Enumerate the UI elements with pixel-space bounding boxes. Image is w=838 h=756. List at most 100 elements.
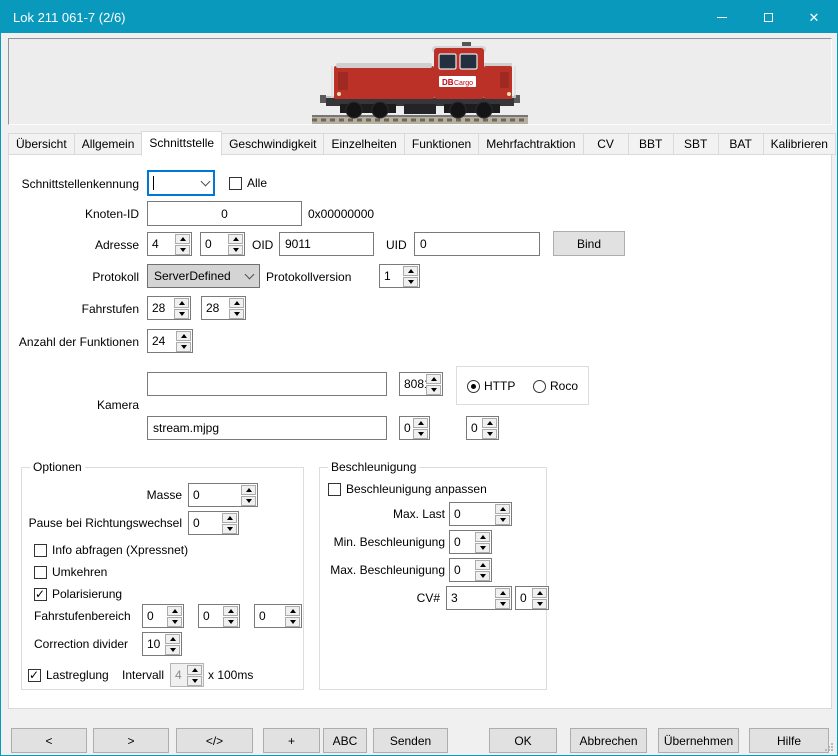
protokoll-dropdown[interactable]: ServerDefined bbox=[147, 264, 260, 288]
kamera-x-spinner[interactable]: 0 bbox=[399, 416, 430, 440]
tab-geschwindigkeit[interactable]: Geschwindigkeit bbox=[221, 133, 324, 155]
spin-up-button[interactable] bbox=[403, 266, 418, 276]
spin-down-button[interactable] bbox=[403, 277, 418, 287]
spin-down-button[interactable] bbox=[475, 543, 490, 553]
plus-button[interactable]: + bbox=[263, 728, 320, 753]
abbrechen-button[interactable]: Abbrechen bbox=[570, 728, 647, 753]
spin-up-button[interactable] bbox=[241, 485, 256, 495]
spin-down-button[interactable] bbox=[426, 385, 441, 395]
chevron-down-icon[interactable] bbox=[201, 176, 211, 186]
spin-down-button[interactable] bbox=[174, 309, 189, 319]
spin-up-button[interactable] bbox=[229, 298, 244, 308]
spin-down-button[interactable] bbox=[228, 245, 243, 255]
spin-down-button[interactable] bbox=[176, 342, 191, 352]
alle-checkbox[interactable] bbox=[229, 177, 242, 190]
spin-down-button[interactable] bbox=[229, 309, 244, 319]
spin-up-button[interactable] bbox=[413, 418, 428, 428]
tab-bbt[interactable]: BBT bbox=[628, 133, 674, 155]
tab-sbt[interactable]: SBT bbox=[673, 133, 719, 155]
max-last-spinner[interactable]: 0 bbox=[449, 502, 512, 526]
lastreglung-checkbox[interactable] bbox=[28, 669, 41, 682]
spin-down-button[interactable] bbox=[241, 496, 256, 506]
tab-schnittstelle[interactable]: Schnittstelle bbox=[141, 131, 222, 156]
spin-up-button[interactable] bbox=[228, 234, 243, 244]
spin-up-button[interactable] bbox=[285, 606, 300, 616]
funktionen-spinner[interactable]: 24 bbox=[147, 329, 193, 353]
spin-up-button[interactable] bbox=[223, 606, 238, 616]
polarisierung-checkbox[interactable] bbox=[34, 588, 47, 601]
spin-up-button[interactable] bbox=[495, 588, 510, 598]
fahrstufenbereich-spinner-3[interactable]: 0 bbox=[254, 604, 302, 628]
pause-spinner[interactable]: 0 bbox=[188, 511, 239, 535]
uebernehmen-button[interactable]: Übernehmen bbox=[658, 728, 739, 753]
protokollversion-spinner[interactable]: 1 bbox=[379, 264, 420, 288]
fahrstufen-spinner-1[interactable]: 28 bbox=[147, 296, 191, 320]
kamera-url-field[interactable] bbox=[147, 372, 387, 396]
tab-uebersicht[interactable]: Übersicht bbox=[8, 133, 75, 155]
kamera-y-spinner[interactable]: 0 bbox=[466, 416, 499, 440]
min-beschleunigung-spinner[interactable]: 0 bbox=[449, 530, 492, 554]
knoten-id-field[interactable]: 0 bbox=[147, 201, 302, 226]
spin-down-button[interactable] bbox=[475, 571, 490, 581]
senden-button[interactable]: Senden bbox=[373, 728, 448, 753]
spin-up-button[interactable] bbox=[495, 504, 510, 514]
spin-up-button[interactable] bbox=[222, 513, 237, 523]
spin-down-button[interactable] bbox=[532, 599, 547, 609]
tab-funktionen[interactable]: Funktionen bbox=[404, 133, 479, 155]
spin-down-button[interactable] bbox=[495, 599, 510, 609]
next-button[interactable]: > bbox=[93, 728, 169, 753]
cv-spinner-1[interactable]: 3 bbox=[446, 586, 512, 610]
oid-field[interactable]: 9011 bbox=[279, 232, 374, 256]
spin-down-button[interactable] bbox=[223, 617, 238, 627]
spin-down-button[interactable] bbox=[285, 617, 300, 627]
tab-cv[interactable]: CV bbox=[583, 133, 629, 155]
spin-up-button[interactable] bbox=[532, 588, 547, 598]
spin-down-button[interactable] bbox=[413, 429, 428, 439]
tab-mehrfachtraktion[interactable]: Mehrfachtraktion bbox=[478, 133, 583, 155]
schnittstellenkennung-combobox[interactable] bbox=[147, 170, 215, 196]
cv-spinner-2[interactable]: 0 bbox=[515, 586, 549, 610]
spin-up-button[interactable] bbox=[426, 374, 441, 384]
code-button[interactable]: </> bbox=[176, 728, 253, 753]
fahrstufenbereich-spinner-1[interactable]: 0 bbox=[142, 604, 184, 628]
spin-up-button[interactable] bbox=[175, 234, 190, 244]
adresse-spinner-2[interactable]: 0 bbox=[200, 232, 245, 256]
adresse-spinner-1[interactable]: 4 bbox=[147, 232, 192, 256]
spin-down-button[interactable] bbox=[482, 429, 497, 439]
abc-button[interactable]: ABC bbox=[323, 728, 367, 753]
spin-down-button[interactable] bbox=[222, 524, 237, 534]
tab-einzelheiten[interactable]: Einzelheiten bbox=[323, 133, 404, 155]
spin-up-button[interactable] bbox=[475, 560, 490, 570]
uid-field[interactable]: 0 bbox=[414, 232, 540, 256]
tab-allgemein[interactable]: Allgemein bbox=[74, 133, 143, 155]
correction-divider-spinner[interactable]: 10 bbox=[142, 632, 182, 656]
spin-up-button[interactable] bbox=[475, 532, 490, 542]
spin-down-button[interactable] bbox=[495, 515, 510, 525]
chevron-down-icon[interactable] bbox=[245, 269, 255, 279]
minimize-button[interactable] bbox=[699, 1, 745, 33]
masse-spinner[interactable]: 0 bbox=[188, 483, 258, 507]
bind-button[interactable]: Bind bbox=[553, 231, 625, 256]
spin-down-button[interactable] bbox=[175, 245, 190, 255]
fahrstufen-spinner-2[interactable]: 28 bbox=[201, 296, 246, 320]
spin-up-button[interactable] bbox=[176, 331, 191, 341]
close-button[interactable]: ✕ bbox=[791, 1, 837, 33]
kamera-port-spinner[interactable]: 8081 bbox=[399, 372, 443, 396]
kamera-stream-field[interactable]: stream.mjpg bbox=[147, 416, 387, 440]
beschleunigung-anpassen-checkbox[interactable] bbox=[328, 483, 341, 496]
roco-radio[interactable] bbox=[533, 380, 546, 393]
tab-kalibrieren[interactable]: Kalibrieren bbox=[763, 133, 836, 155]
fahrstufenbereich-spinner-2[interactable]: 0 bbox=[198, 604, 240, 628]
prev-button[interactable]: < bbox=[11, 728, 87, 753]
spin-up-button[interactable] bbox=[174, 298, 189, 308]
spin-up-button[interactable] bbox=[167, 606, 182, 616]
spin-down-button[interactable] bbox=[165, 645, 180, 655]
info-abfragen-checkbox[interactable] bbox=[34, 544, 47, 557]
max-beschleunigung-spinner[interactable]: 0 bbox=[449, 558, 492, 582]
umkehren-checkbox[interactable] bbox=[34, 566, 47, 579]
spin-up-button[interactable] bbox=[482, 418, 497, 428]
title-bar[interactable]: Lok 211 061-7 (2/6) ✕ bbox=[1, 1, 837, 33]
http-radio[interactable] bbox=[467, 380, 480, 393]
maximize-button[interactable] bbox=[745, 1, 791, 33]
ok-button[interactable]: OK bbox=[489, 728, 557, 753]
